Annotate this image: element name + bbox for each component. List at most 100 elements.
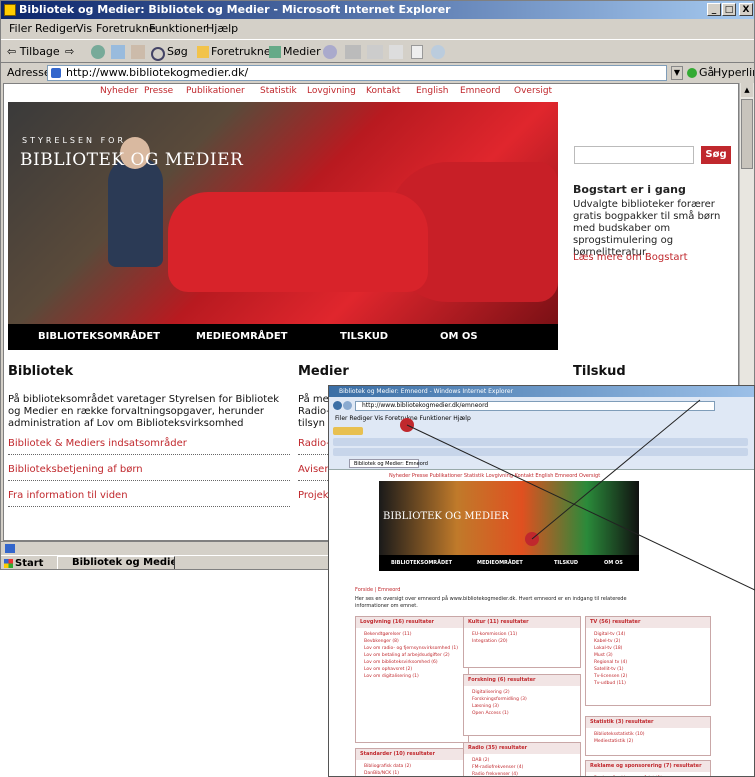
hero-nav-om-os[interactable]: OM OS xyxy=(440,324,478,350)
maximize-button[interactable]: □ xyxy=(722,3,736,16)
page-status-icon xyxy=(5,544,15,553)
search-input[interactable] xyxy=(574,146,694,164)
keyword-item: Lov om betaling af arbejdsudgifter (2) xyxy=(364,653,450,658)
link-indsatsomraader[interactable]: Bibliotek & Mediers indsatsområder xyxy=(8,438,187,449)
close-button[interactable]: X xyxy=(739,3,753,16)
reader-figure xyxy=(108,157,163,267)
search-button[interactable]: Søg xyxy=(167,40,188,64)
overlay-hero-nav: BIBLIOTEKSOMRÅDET MEDIEOMRÅDET TILSKUD O… xyxy=(379,555,639,571)
menu-hjaelp[interactable]: Hjælp xyxy=(206,19,238,39)
section-bibliotek-title: Bibliotek xyxy=(8,364,74,379)
taskbar-ie-task[interactable]: Bibliotek og Medier: Bi... xyxy=(57,556,175,569)
page-icon xyxy=(51,68,61,78)
link-projekter[interactable]: Projek xyxy=(298,490,329,501)
keyword-box: Lovgivning (16) resultater Bekendtgørelse… xyxy=(355,616,469,743)
minimize-button[interactable]: _ xyxy=(707,3,721,16)
print-icon[interactable] xyxy=(367,45,383,59)
go-button[interactable]: Gå xyxy=(699,63,714,83)
site-logo[interactable]: BIBLIOTEK OG MEDIER xyxy=(20,150,243,170)
overlay-title-bar: Bibliotek og Medier: Emneord - Windows I… xyxy=(329,386,754,397)
keyword-item: DAB (2) xyxy=(472,758,490,763)
emneord-screenshot: Bibliotek og Medier: Emneord - Windows I… xyxy=(328,385,755,777)
back-button[interactable]: ⇦ Tilbage xyxy=(7,40,60,64)
keyword-item: Bekendtgørelser (11) xyxy=(364,632,412,637)
overlay-intro: Her ses en oversigt over emneord på www.… xyxy=(355,596,627,609)
keyword-item: Tv-licensen (2) xyxy=(594,674,628,679)
nav-kontakt[interactable]: Kontakt xyxy=(366,86,400,96)
address-dropdown-icon[interactable]: ▼ xyxy=(671,66,683,80)
nav-statistik[interactable]: Statistik xyxy=(260,86,297,96)
keyword-item: Lov om ophavsret (2) xyxy=(364,667,413,672)
overlay-tab: Bibliotek og Medier: Emneord xyxy=(349,459,428,468)
overlay-site-nav: Nyheder Presse Publikationer Statistik L… xyxy=(389,473,601,479)
keyword-item: Bevbkenger (8) xyxy=(364,639,399,644)
messenger-icon[interactable] xyxy=(431,45,445,59)
scroll-up-icon[interactable]: ▲ xyxy=(741,83,753,97)
keyword-item: Biblioteksstatistik (10) xyxy=(594,732,645,737)
overlay-hero-nav-item: MEDIEOMRÅDET xyxy=(477,560,523,566)
bogstart-link[interactable]: Læs mere om Bogstart xyxy=(573,252,733,264)
home-icon[interactable] xyxy=(131,45,145,59)
keyword-box-head: Forskning (6) resultater xyxy=(464,675,580,686)
link-information-viden[interactable]: Fra information til viden xyxy=(8,490,128,501)
nav-english[interactable]: English xyxy=(416,86,449,96)
menu-funktioner[interactable]: Funktioner xyxy=(149,19,207,39)
overlay-toolbar-row xyxy=(333,448,748,456)
keyword-box: Radio (35) resultater DAB (2) FM-radiofrek… xyxy=(463,742,581,776)
divider xyxy=(8,480,290,481)
search-icon xyxy=(151,47,165,61)
nav-nyheder[interactable]: Nyheder xyxy=(100,86,138,96)
keyword-item: Lokal-tv (18) xyxy=(594,646,623,651)
address-input[interactable]: http://www.bibliotekogmedier.dk/ xyxy=(47,65,667,81)
hero-nav-medieomraadet[interactable]: MEDIEOMRÅDET xyxy=(196,324,287,350)
divider xyxy=(298,480,328,481)
title-bar[interactable]: Bibliotek og Medier: Bibliotek og Medier… xyxy=(1,1,754,19)
address-url: http://www.bibliotekogmedier.dk/ xyxy=(66,66,249,79)
overlay-hero-nav-item: OM OS xyxy=(604,560,623,566)
section-medier-text-2: Radio- xyxy=(298,406,330,417)
menu-filer[interactable]: Filer xyxy=(9,19,32,39)
windows-logo-icon xyxy=(4,559,13,568)
link-biblioteksbetjening[interactable]: Biblioteksbetjening af børn xyxy=(8,464,143,475)
overlay-toolbar-row xyxy=(333,438,748,446)
menu-rediger[interactable]: Rediger xyxy=(35,19,77,39)
forward-button[interactable]: ⇨ xyxy=(65,40,74,64)
nav-publikationer[interactable]: Publikationer xyxy=(186,86,245,96)
keyword-item: Open Access (1) xyxy=(472,711,509,716)
keyword-box: Kultur (11) resultater EU-kommission (11)… xyxy=(463,616,581,668)
history-icon[interactable] xyxy=(323,45,337,59)
discuss-icon[interactable] xyxy=(411,45,423,59)
nav-emneord[interactable]: Emneord xyxy=(460,86,500,96)
keyword-box-head: Kultur (11) resultater xyxy=(464,617,580,628)
links-label[interactable]: Hyperlinks xyxy=(713,63,754,83)
search-button[interactable]: Søg xyxy=(701,146,731,164)
go-icon xyxy=(687,68,697,78)
hero-nav-biblioteksomraadet[interactable]: BIBLIOTEKSOMRÅDET xyxy=(38,324,160,350)
hero-nav-tilskud[interactable]: TILSKUD xyxy=(340,324,388,350)
link-radio[interactable]: Radio- xyxy=(298,438,330,449)
bogstart-title: Bogstart er i gang xyxy=(573,183,686,196)
nav-lovgivning[interactable]: Lovgivning xyxy=(307,86,356,96)
keyword-item: FM-radiofrekvenser (4) xyxy=(472,765,524,770)
media-button[interactable]: Medier xyxy=(283,40,321,64)
menu-foretrukne[interactable]: Foretrukne xyxy=(96,19,156,39)
favorites-icon xyxy=(197,46,209,58)
stop-icon[interactable] xyxy=(91,45,105,59)
refresh-icon[interactable] xyxy=(111,45,125,59)
keyword-box-head: Reklame og sponsorering (7) resultater xyxy=(586,761,710,772)
bogstart-text: Udvalgte biblioteker forærer gratis bogp… xyxy=(573,199,721,258)
mail-icon[interactable] xyxy=(345,45,361,59)
keyword-box-head: Statistik (3) resultater xyxy=(586,717,710,728)
link-aviser[interactable]: Aviser xyxy=(298,464,328,475)
favorites-button[interactable]: Foretrukne xyxy=(211,40,271,64)
edit-icon[interactable] xyxy=(389,45,403,59)
keyword-item: Mediestatistik (2) xyxy=(594,739,634,744)
scroll-thumb[interactable] xyxy=(741,99,753,169)
nav-presse[interactable]: Presse xyxy=(144,86,173,96)
divider xyxy=(298,454,328,455)
section-medier-title: Medier xyxy=(298,364,349,379)
menu-vis[interactable]: Vis xyxy=(76,19,92,39)
nav-oversigt[interactable]: Oversigt xyxy=(514,86,552,96)
keyword-box-head: Standarder (10) resultater xyxy=(356,749,468,760)
keyword-box-head: TV (56) resultater xyxy=(586,617,710,628)
